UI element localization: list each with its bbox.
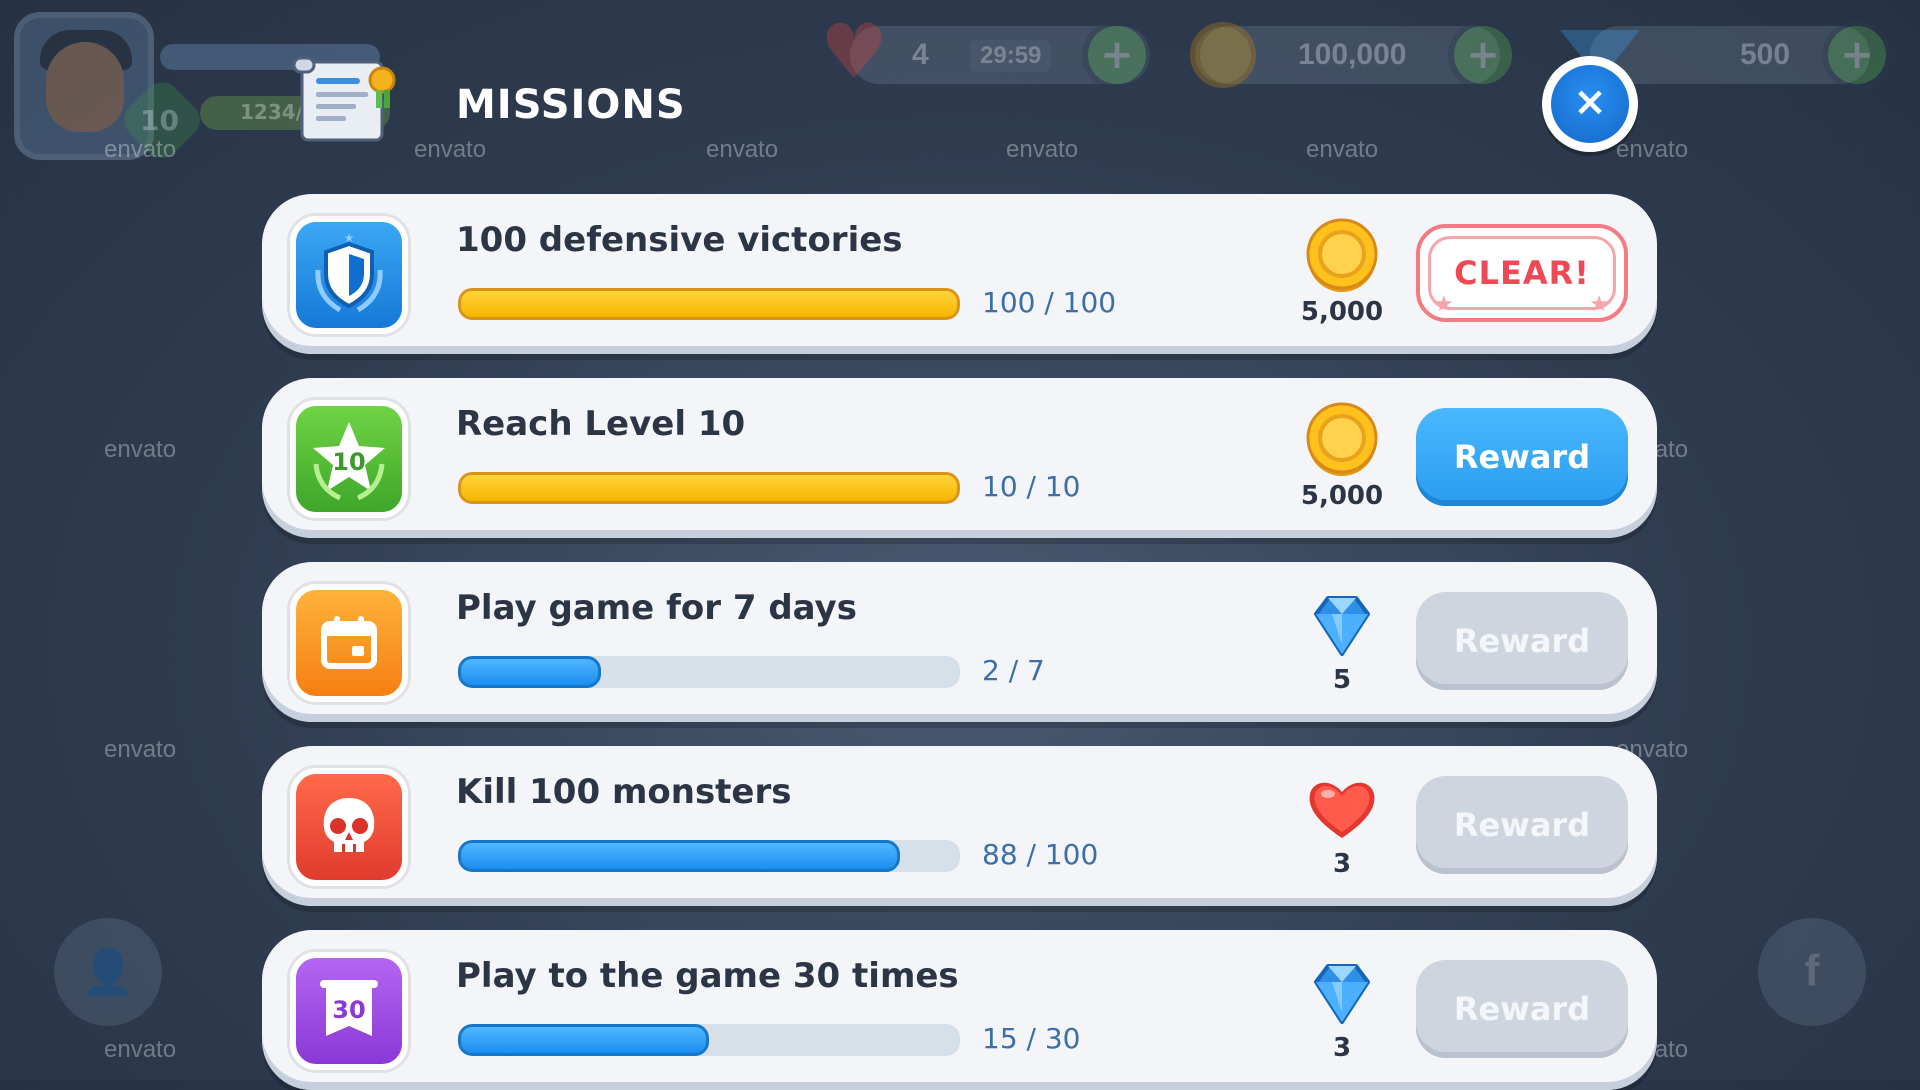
star-icon: ★ bbox=[1589, 292, 1610, 317]
progress-text: 100 / 100 bbox=[982, 286, 1117, 319]
heart-icon: ♥ bbox=[820, 7, 889, 96]
progress-bar bbox=[458, 840, 960, 872]
life-timer: 29:59 bbox=[970, 40, 1052, 72]
watermark: envato bbox=[1306, 136, 1379, 163]
mission-card: Kill 100 monsters 88 / 100 3 Reward bbox=[262, 746, 1657, 906]
skull-icon bbox=[290, 768, 408, 886]
add-coins-button[interactable] bbox=[1448, 20, 1518, 90]
progress-fill bbox=[458, 1024, 709, 1056]
mission-card: 10 Reach Level 10 10 / 10 5,000 Reward bbox=[262, 378, 1657, 538]
close-glyph: × bbox=[1573, 79, 1607, 125]
watermark: envato bbox=[706, 136, 779, 163]
progress-bar bbox=[458, 656, 960, 688]
progress-text: 88 / 100 bbox=[982, 838, 1099, 871]
coin-icon bbox=[1306, 402, 1378, 476]
reward-amount: 5,000 bbox=[1300, 297, 1384, 327]
progress-bar bbox=[458, 472, 960, 504]
mission-title: 100 defensive victories bbox=[456, 220, 903, 260]
watermark: envato bbox=[1006, 136, 1079, 163]
mission-card: 30 Play to the game 30 times 15 / 30 3 R… bbox=[262, 930, 1657, 1090]
facebook-icon: f bbox=[1804, 946, 1820, 995]
diamond-icon bbox=[1314, 596, 1370, 656]
watermark: envato bbox=[104, 436, 177, 463]
watermark: envato bbox=[414, 136, 487, 163]
add-gems-button[interactable] bbox=[1822, 20, 1892, 90]
heart-icon bbox=[1309, 782, 1375, 838]
progress-text: 15 / 30 bbox=[982, 1022, 1081, 1055]
reward-button[interactable]: Reward bbox=[1416, 776, 1628, 874]
level-badge-text: 10 bbox=[140, 104, 179, 137]
star-level-icon: 10 bbox=[290, 400, 408, 518]
coin-icon bbox=[1306, 218, 1378, 292]
lives-count: 4 bbox=[912, 38, 929, 71]
scroll-icon bbox=[292, 56, 396, 142]
calendar-icon bbox=[290, 584, 408, 702]
clear-badge: ★ CLEAR! ★ bbox=[1416, 224, 1628, 322]
reward-button[interactable]: Reward bbox=[1416, 960, 1628, 1058]
mission-card: ★ 100 defensive victories 100 / 100 5,00… bbox=[262, 194, 1657, 354]
mission-title: Play game for 7 days bbox=[456, 588, 857, 628]
add-lives-button[interactable] bbox=[1082, 20, 1152, 90]
progress-fill bbox=[458, 288, 960, 320]
progress-bar bbox=[458, 1024, 960, 1056]
close-icon: × bbox=[1551, 65, 1629, 143]
reward-amount: 5 bbox=[1332, 665, 1352, 695]
progress-text: 10 / 10 bbox=[982, 470, 1081, 503]
close-button[interactable]: × bbox=[1542, 56, 1638, 152]
coin-icon bbox=[1190, 22, 1256, 88]
mission-title: Reach Level 10 bbox=[456, 404, 746, 444]
watermark: envato bbox=[104, 1036, 177, 1063]
mission-title: Kill 100 monsters bbox=[456, 772, 792, 812]
add-friend-icon: 👤 bbox=[80, 947, 136, 998]
reward-amount: 3 bbox=[1332, 849, 1352, 879]
avatar-face bbox=[46, 42, 124, 132]
reward-button[interactable]: Reward bbox=[1416, 592, 1628, 690]
svg-text:30: 30 bbox=[332, 996, 365, 1024]
svg-text:★: ★ bbox=[344, 231, 355, 245]
gems-count: 500 bbox=[1740, 38, 1791, 71]
watermark: envato bbox=[1616, 136, 1689, 163]
progress-bar bbox=[458, 288, 960, 320]
reward-button[interactable]: Reward bbox=[1416, 408, 1628, 506]
facebook-button[interactable]: f bbox=[1758, 918, 1866, 1026]
shield-icon: ★ bbox=[290, 216, 408, 334]
reward-amount: 5,000 bbox=[1300, 481, 1384, 511]
progress-fill bbox=[458, 656, 602, 688]
mission-card: Play game for 7 days 2 / 7 5 Reward bbox=[262, 562, 1657, 722]
coins-count: 100,000 bbox=[1298, 38, 1407, 71]
progress-fill bbox=[458, 472, 960, 504]
banner-30-icon: 30 bbox=[290, 952, 408, 1070]
reward-amount: 3 bbox=[1332, 1033, 1352, 1063]
svg-text:10: 10 bbox=[332, 448, 365, 476]
star-icon: ★ bbox=[1434, 292, 1455, 317]
progress-fill bbox=[458, 840, 900, 872]
watermark: envato bbox=[104, 736, 177, 763]
progress-text: 2 / 7 bbox=[982, 654, 1045, 687]
page-title: MISSIONS bbox=[456, 82, 686, 128]
diamond-icon bbox=[1314, 964, 1370, 1024]
mission-title: Play to the game 30 times bbox=[456, 956, 959, 996]
add-friend-button[interactable]: 👤 bbox=[54, 918, 162, 1026]
watermark: envato bbox=[104, 136, 177, 163]
